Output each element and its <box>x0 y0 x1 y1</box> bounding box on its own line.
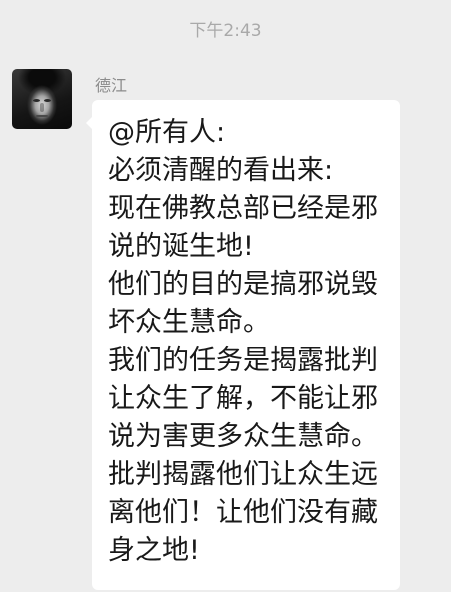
message-line: 批判揭露他们让众生远 <box>108 459 378 490</box>
message-line: 身之地! <box>108 535 200 566</box>
message-line: @所有人: <box>108 117 226 148</box>
message-line: 说为害更多众生慧命。 <box>108 421 378 452</box>
message-line: 他们的目的是搞邪说毁 <box>108 269 378 300</box>
message-line: 说的诞生地! <box>108 231 254 262</box>
avatar-nose <box>40 103 44 112</box>
avatar-mouth <box>36 115 48 117</box>
sender-avatar[interactable] <box>12 69 72 129</box>
avatar-left-eye <box>33 99 40 102</box>
message-line: 坏众生慧命。 <box>108 307 270 338</box>
message-timestamp: 下午2:43 <box>189 21 262 41</box>
message-line: 必须清醒的看出来: <box>108 155 334 186</box>
avatar-right-eye <box>44 99 51 102</box>
message-line: 离他们！让他们没有藏 <box>108 497 378 528</box>
message-line: 现在佛教总部已经是邪 <box>108 193 378 224</box>
message-line: 让众生了解，不能让邪 <box>108 383 378 414</box>
message-bubble[interactable]: @所有人: 必须清醒的看出来: 现在佛教总部已经是邪 说的诞生地! 他们的目的是… <box>86 100 400 590</box>
message-text: @所有人: 必须清醒的看出来: 现在佛教总部已经是邪 说的诞生地! 他们的目的是… <box>108 114 388 570</box>
message-line: 我们的任务是揭露批判 <box>108 345 378 376</box>
sender-name: 德江 <box>95 76 128 95</box>
